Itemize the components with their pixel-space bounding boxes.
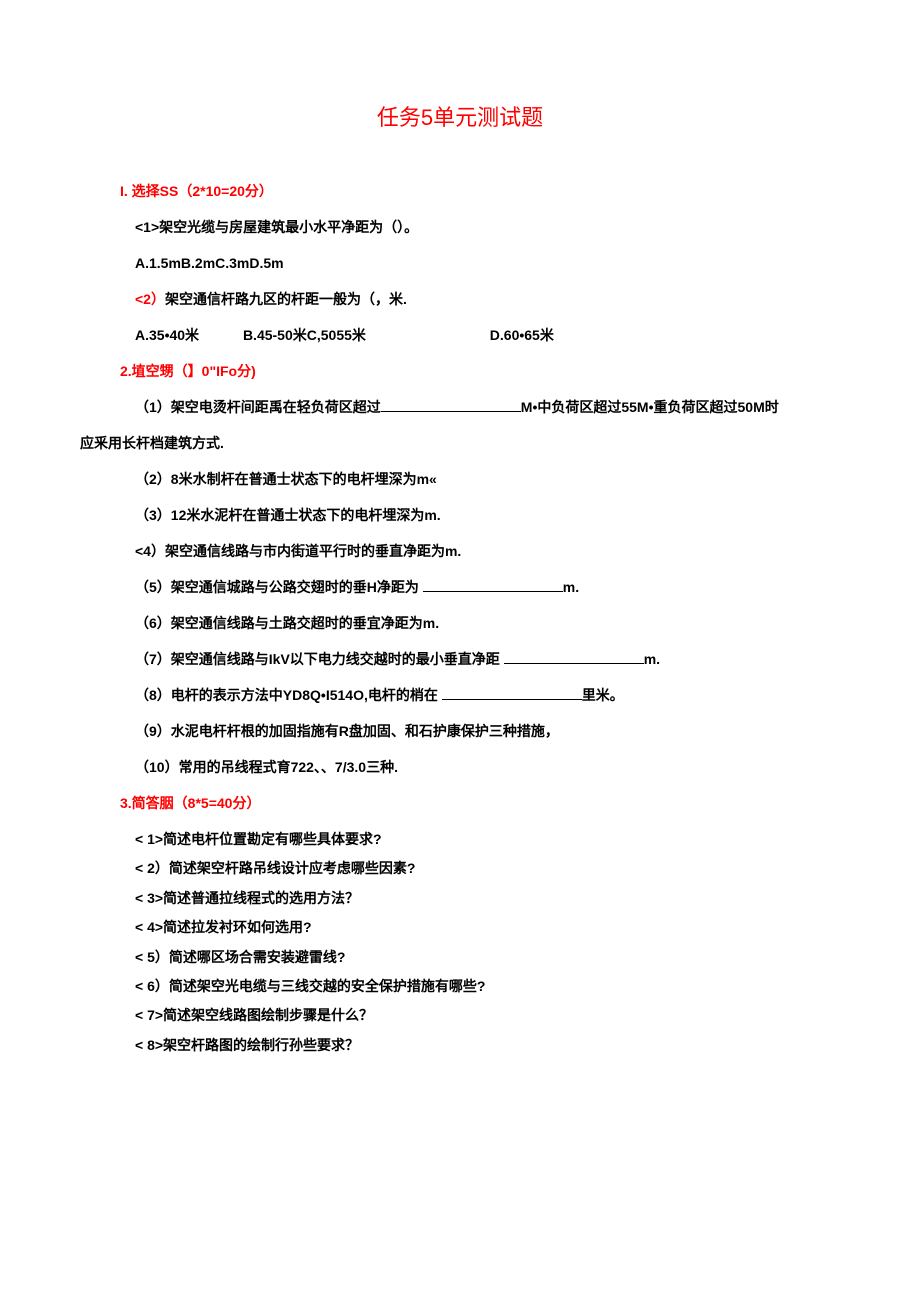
s1-q1-text: 架空光缆与房屋建筑最小水平净距为（）。 [159,219,418,235]
s3-q6: < 6）简述架空光电缆与三线交越的安全保护措施有哪些? [135,972,840,1001]
s1-q2-options: A.35•40米 B.45-50米C,5055米 D.60•65米 [135,321,840,349]
s2-q5: （5）架空通信城路与公路交翅时的垂H净距为 m. [135,573,840,601]
page-title: 任务5单元测试题 [80,100,840,132]
s2-q8-suffix: 里米。 [582,687,624,703]
s2-q10: （10）常用的吊线程式育722、、7/3.0三种. [135,753,840,781]
s2-q1-prefix: （1） [135,399,171,415]
s2-q7-suffix: m. [644,651,660,667]
s2-q8-prefix: （8） [135,687,171,703]
s2-q9: （9）水泥电杆杆根的加固指施有R盘加固、和石护康保护三种措施， [135,717,840,745]
s2-q5-prefix: （5） [135,579,171,595]
s3-q8: < 8>架空杆路图的绘制行孙些要求？ [135,1031,840,1060]
s1-q2-text: 架空通信杆路九区的杆距一般为（，米. [165,291,407,307]
s1-q2: <2）架空通信杆路九区的杆距一般为（，米. [135,285,840,313]
s1-q2-optD: D.60•65米 [490,321,554,349]
blank-line [442,685,582,700]
s3-q3: < 3>简述普通拉线程式的选用方法？ [135,884,840,913]
s2-q4: <4）架空通信线路与市内街道平行时的垂直净距为m. [135,537,840,565]
s2-q5-text1: 架空通信城路与公路交翅时的垂H净距为 [171,579,419,595]
s2-q7-prefix: （7） [135,651,171,667]
s1-q1: <1>架空光缆与房屋建筑最小水平净距为（）。 [135,213,840,241]
s3-q7: < 7>简述架空线路图绘制步骤是什么？ [135,1001,840,1030]
s3-q4: < 4>简述拉发衬环如何选用? [135,913,840,942]
s2-q8-text1: 电杆的表示方法中YD8Q•I514O,电杆的梢在 [171,687,438,703]
blank-line [381,397,521,412]
s2-q8: （8）电杆的表示方法中YD8Q•I514O,电杆的梢在 里米。 [135,681,840,709]
s1-q1-options: A.1.5mB.2mC.3mD.5m [135,249,840,277]
s1-q2-optA: A.35•40米 [135,321,199,349]
s2-q1-text1: 架空电烫杆间距禹在轻负荷区超过 [171,399,381,415]
section2-heading: 2.埴空甥（】0"IFo分) [120,357,840,385]
section1-heading: I. 选择SS（2*10=20分） [120,177,840,205]
s2-q2: （2）8米水制杆在普通士状态下的电杆埋深为m« [135,465,840,493]
s2-q1-text2: M•中负荷区超过55M•重负荷区超过50M时 [521,399,779,415]
s3-q2: < 2）简述架空杆路吊线设计应考虑哪些因素? [135,854,840,883]
s1-q1-label: <1> [135,219,159,235]
blank-line [423,577,563,592]
s2-q3: （3）12米水泥杆在普通士状态下的电杆埋深为m. [135,501,840,529]
s1-q2-label: <2） [135,291,165,307]
s1-q2-optB: B.45-50米C,5055米 [243,321,366,349]
s2-q7: （7）架空通信线路与IkV以下电力线交越时的最小垂直净距 m. [135,645,840,673]
s2-q5-suffix: m. [563,579,579,595]
blank-line [504,649,644,664]
s2-q7-text1: 架空通信线路与IkV以下电力线交越时的最小垂直净距 [171,651,500,667]
s2-q1-cont: 应釆用长杆档建筑方式. [80,429,840,457]
s2-q1: （1）架空电烫杆间距禹在轻负荷区超过 M•中负荷区超过55M•重负荷区超过50M时 [135,393,840,421]
section3-heading: 3.简答胭（8*5=40分） [120,789,840,817]
s2-q6: （6）架空通信线路与土路交超时的垂宜净距为m. [135,609,840,637]
s3-q1: < 1>简述电杆位置勘定有哪些具体要求? [135,825,840,854]
s3-q5: < 5）简述哪区场合需安装避雷线? [135,943,840,972]
